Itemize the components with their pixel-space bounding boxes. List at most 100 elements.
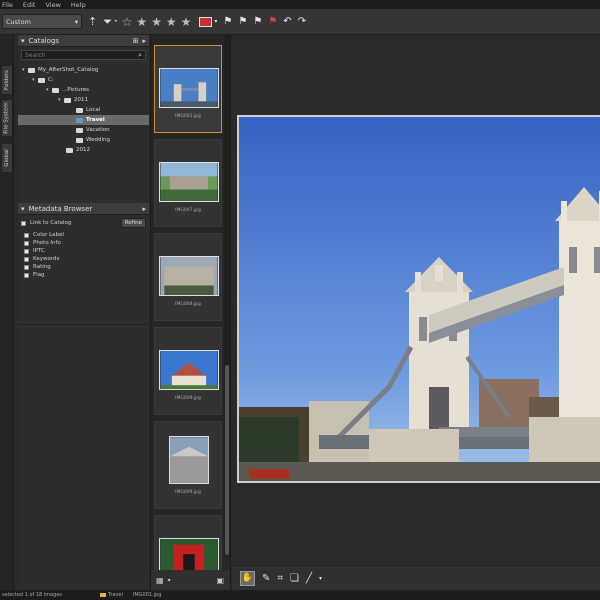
scroll-thumb[interactable]	[225, 365, 229, 555]
folder-icon	[100, 593, 106, 597]
checkbox[interactable]	[24, 264, 29, 270]
rotate-right-icon[interactable]: ↷	[298, 16, 306, 27]
collapse-icon[interactable]: ▾	[21, 37, 25, 45]
metadata-item[interactable]: IPTC	[18, 247, 149, 255]
thumbnail[interactable]: IMG007.jpg	[154, 139, 222, 227]
search-icon[interactable]: ⌕	[138, 51, 142, 60]
checkbox[interactable]	[24, 272, 29, 278]
side-tabs: Folders File System Global	[0, 35, 14, 590]
hand-tool-icon[interactable]: ✋	[240, 570, 255, 586]
thumbnail-image	[159, 350, 219, 390]
clone-tool-icon[interactable]: ❏	[290, 573, 299, 584]
selection-status: selected 1 of 18 images	[2, 592, 63, 598]
add-catalog-icon[interactable]: ⊞	[133, 37, 139, 45]
folder-icon	[76, 137, 83, 143]
rating-star-3[interactable]: ★	[151, 16, 162, 28]
flag-reject-icon[interactable]: ⚑	[253, 16, 262, 27]
tree-item[interactable]: ▾ 2011	[18, 95, 149, 105]
metadata-browser-header: ▾ Metadata Browser ▸	[18, 203, 149, 215]
tree-item[interactable]: 2012	[18, 145, 149, 155]
menu-edit[interactable]: Edit	[23, 1, 36, 9]
metadata-item[interactable]: Flag	[18, 271, 149, 279]
tree-item[interactable]: Wedding	[18, 135, 149, 145]
rating-star-1[interactable]: ☆	[122, 16, 133, 28]
menu-bar: File Edit View Help	[0, 0, 600, 9]
tab-global[interactable]: Global	[1, 143, 13, 173]
tab-file-system[interactable]: File System	[1, 99, 13, 137]
chevron-down-icon[interactable]: ▾	[319, 575, 322, 582]
folder-icon	[76, 107, 83, 113]
checkbox[interactable]	[24, 240, 29, 246]
brush-tool-icon[interactable]: ✎	[262, 573, 270, 584]
workspace-select[interactable]: Custom ▾	[2, 14, 82, 29]
checkbox[interactable]	[24, 248, 29, 254]
catalogs-title: Catalogs	[28, 36, 60, 45]
metadata-item[interactable]: Photo Info	[18, 239, 149, 247]
crop-tool-icon[interactable]: ⌗	[277, 573, 283, 584]
panel-menu-icon[interactable]: ▸	[142, 205, 146, 213]
checkbox[interactable]	[24, 232, 29, 238]
panel-menu-icon[interactable]: ▸	[142, 37, 146, 45]
flag-clear-icon[interactable]: ⚑	[268, 16, 277, 27]
status-file: IMG001.jpg	[132, 592, 162, 598]
thumbnail[interactable]	[154, 515, 222, 578]
catalog-search: ⌕	[21, 50, 146, 60]
metadata-item[interactable]: Keywords	[18, 255, 149, 263]
color-label-swatch[interactable]	[199, 16, 213, 27]
link-to-catalog-label: Link to Catalog	[30, 220, 72, 226]
tree-item[interactable]: Local	[18, 105, 149, 115]
folder-icon	[28, 67, 35, 73]
metadata-item[interactable]: Color Label	[18, 231, 149, 239]
thumbnail[interactable]: IMG009.jpg	[154, 327, 222, 415]
tree-item-selected[interactable]: Travel	[18, 115, 149, 125]
thumbnail-name: IMG009.jpg	[175, 396, 201, 401]
thumbnail-image	[159, 68, 219, 108]
flag-icon[interactable]: ⚑	[223, 16, 232, 27]
tower-bridge-photo	[239, 117, 600, 481]
tree-item[interactable]: Vacation	[18, 125, 149, 135]
dot-icon: •	[114, 18, 118, 25]
pin-icon[interactable]: ⇡	[88, 16, 97, 27]
thumbnail-size-icon[interactable]: ▣	[216, 576, 224, 585]
folder-icon	[64, 97, 71, 103]
left-panel: ▾ Catalogs ⊞ ▸ ⌕ ▾My_AfterShot_Catalog ▾…	[18, 35, 149, 590]
tree-item[interactable]: ▾ C:	[18, 75, 149, 85]
flag-pick-icon[interactable]: ⚑	[238, 16, 247, 27]
menu-view[interactable]: View	[45, 1, 60, 9]
chevron-down-icon[interactable]: ▾	[168, 577, 171, 584]
thumbnail[interactable]: IMG009.jpg	[154, 421, 222, 509]
menu-help[interactable]: Help	[71, 1, 86, 9]
straighten-tool-icon[interactable]: ╱	[306, 573, 312, 584]
metadata-item[interactable]: Rating	[18, 263, 149, 271]
thumbnail-image	[159, 162, 219, 202]
link-to-catalog-checkbox[interactable]	[21, 220, 26, 226]
workspace-value: Custom	[6, 17, 31, 26]
chevron-down-icon: ▾	[74, 17, 78, 26]
main-photo[interactable]	[237, 115, 600, 483]
rating-star-4[interactable]: ★	[166, 16, 177, 28]
tree-item[interactable]: ▾ ...Pictures	[18, 85, 149, 95]
rotate-left-icon[interactable]: ↶	[283, 16, 291, 27]
thumbnail-name: IMG009.jpg	[175, 490, 201, 495]
menu-file[interactable]: File	[2, 1, 13, 9]
tree-item[interactable]: ▾ My_AfterShot_Catalog	[18, 65, 149, 75]
rating-star-2[interactable]: ★	[136, 16, 147, 28]
filmstrip-scrollbar[interactable]	[224, 35, 230, 555]
rating-star-5[interactable]: ★	[181, 16, 192, 28]
refine-button[interactable]: Refine	[120, 218, 146, 228]
thumbnail-selected[interactable]: IMG001.jpg	[154, 45, 222, 133]
tab-folders[interactable]: Folders	[1, 65, 13, 95]
catalog-search-input[interactable]	[25, 51, 125, 59]
top-toolbar: Custom ▾ ⇡ ⏷ • ☆ ★ ★ ★ ★ ▾ ⚑ ⚑ ⚑ ⚑ ↶ ↷	[0, 9, 600, 35]
folder-icon	[38, 77, 45, 83]
collapse-icon[interactable]: ▾	[21, 205, 25, 213]
metadata-browser-body: Link to Catalog Refine Color Label Photo…	[18, 215, 149, 325]
folder-icon	[52, 87, 59, 93]
filter-icon[interactable]: ⏷	[103, 16, 112, 27]
thumbnail[interactable]: IMG008.jpg	[154, 233, 222, 321]
chevron-down-icon[interactable]: ▾	[214, 18, 217, 25]
grid-view-icon[interactable]: ▦	[156, 576, 164, 585]
status-bar: selected 1 of 18 images Travel IMG001.jp…	[0, 590, 600, 600]
image-viewer	[232, 35, 600, 565]
checkbox[interactable]	[24, 256, 29, 262]
